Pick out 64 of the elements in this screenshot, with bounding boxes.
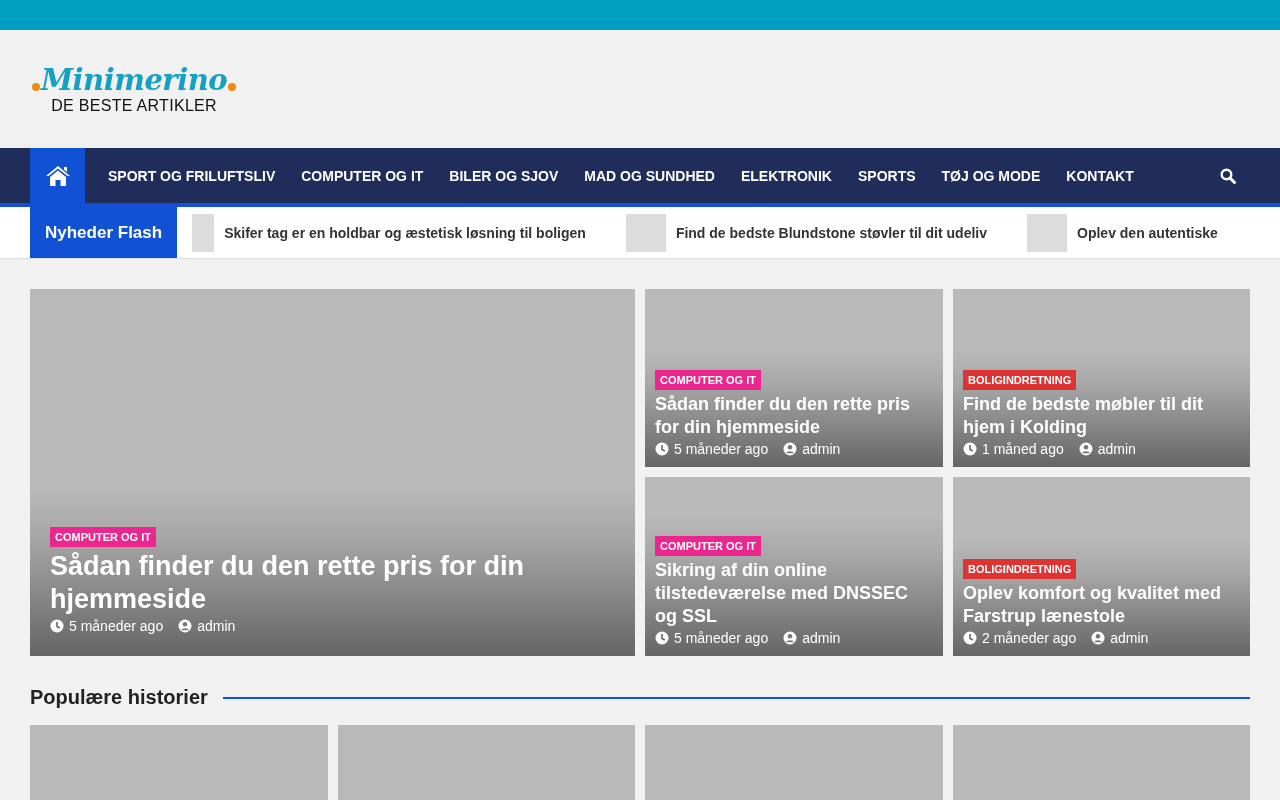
clock-icon (50, 619, 64, 633)
logo-text: Minimerino (41, 62, 228, 99)
clock-icon (655, 442, 669, 456)
article-card[interactable] (30, 725, 328, 800)
user-icon (783, 442, 798, 456)
article-card[interactable]: BOLIGINDRETNING Oplev komfort og kvalitet med Farstrup lænestole 2 måneder ago admin (953, 477, 1250, 656)
article-card[interactable]: COMPUTER OG IT Sådan finder du den rette pris for din hjemmeside 5 måneder ago admin (645, 289, 943, 467)
post-date: 5 måneder ago (674, 441, 769, 457)
dot-icon (32, 83, 40, 91)
post-date: 2 måneder ago (982, 630, 1077, 646)
user-icon (783, 631, 798, 645)
nav-link[interactable]: MAD OG SUNDHED (571, 167, 728, 184)
user-icon (178, 619, 193, 633)
category-tag[interactable]: COMPUTER OG IT (655, 536, 761, 556)
article-card[interactable]: BOLIGINDRETNING Find de bedste møbler til dit hjem i Kolding 1 måned ago admin (953, 289, 1250, 467)
thumbnail (1027, 213, 1067, 252)
clock-icon (655, 631, 669, 645)
article-title[interactable]: Sådan finder du den rette pris for din hjemmeside (655, 393, 933, 439)
nav-link[interactable]: SPORT OG FRILUFTSLIV (95, 167, 289, 184)
user-icon (1078, 442, 1093, 456)
section-heading: Populære historier (30, 686, 209, 709)
author-name[interactable]: admin (1097, 441, 1136, 457)
article-card[interactable] (952, 725, 1250, 800)
clock-icon (963, 442, 977, 456)
nav-link[interactable]: TØJ OG MODE (928, 167, 1054, 184)
clock-icon (963, 631, 977, 645)
category-tag[interactable]: COMPUTER OG IT (655, 370, 761, 390)
article-title[interactable]: Sikring af din online tilstedeværelse med DNSSEC og SSL (655, 559, 933, 628)
author-name[interactable]: admin (802, 441, 841, 457)
nav-link[interactable]: BILER OG SJOV (436, 167, 572, 184)
article-card[interactable] (337, 725, 635, 800)
article-card[interactable]: COMPUTER OG IT Sikring af din online tilstedeværelse med DNSSEC og SSL 5 måneder ago admin (645, 477, 943, 656)
ticker-label: Nyheder Flash (30, 207, 178, 258)
category-tag[interactable]: BOLIGINDRETNING (963, 370, 1077, 390)
post-date: 1 måned ago (982, 441, 1064, 457)
logo-tagline: DE BESTE ARTIKLER (51, 97, 217, 115)
news-link[interactable]: Find de bedste Blundstone støvler til dit udeliv (675, 224, 987, 241)
nav-link[interactable]: ELEKTRONIK (727, 167, 845, 184)
thumbnail (192, 213, 215, 252)
article-card[interactable]: COMPUTER OG IT Sådan finder du den rette pris for din hjemmeside 5 måneder ago admin (30, 289, 635, 656)
article-title[interactable]: Find de bedste møbler til dit hjem i Kolding (963, 393, 1240, 439)
author-name[interactable]: admin (802, 630, 841, 646)
user-icon (1091, 631, 1106, 645)
article-title[interactable]: Oplev komfort og kvalitet med Farstrup lænestole (963, 582, 1240, 628)
home-icon (44, 164, 71, 187)
post-date: 5 måneder ago (69, 618, 164, 634)
category-tag[interactable]: BOLIGINDRETNING (963, 559, 1077, 579)
dot-icon (228, 83, 237, 91)
author-name[interactable]: admin (197, 618, 236, 634)
thumbnail (625, 213, 666, 252)
search-button[interactable] (1220, 167, 1236, 184)
category-tag[interactable]: COMPUTER OG IT (50, 527, 156, 547)
post-date: 5 måneder ago (674, 630, 769, 646)
author-name[interactable]: admin (1110, 630, 1149, 646)
news-link[interactable]: Oplev den autentiske (1077, 224, 1218, 241)
nav-link[interactable]: COMPUTER OG IT (288, 167, 437, 184)
nav-link[interactable]: KONTAKT (1053, 167, 1147, 184)
article-title[interactable]: Sådan finder du den rette pris for din hjemmeside (50, 550, 615, 616)
news-link[interactable]: Skifer tag er en holdbar og æstetisk løsning til boligen (224, 224, 586, 241)
search-icon (1220, 167, 1236, 184)
nav-link[interactable]: SPORTS (844, 167, 929, 184)
home-button[interactable] (30, 148, 85, 203)
site-logo[interactable]: Minimerino DE BESTE ARTIKLER (30, 61, 239, 115)
article-card[interactable] (645, 725, 943, 800)
